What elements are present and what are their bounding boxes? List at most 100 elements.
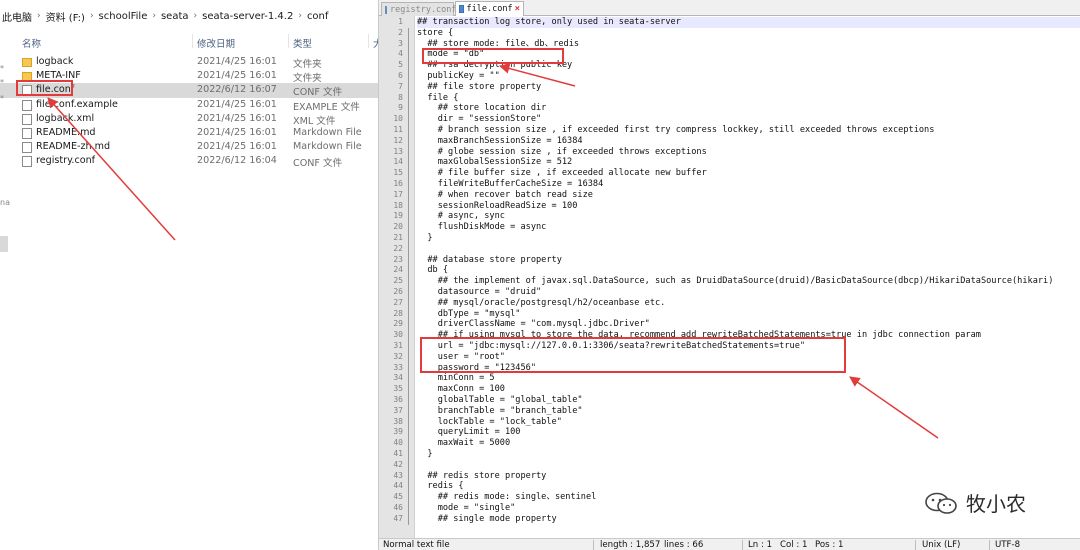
fold-guide[interactable] bbox=[406, 243, 412, 255]
fold-guide[interactable] bbox=[406, 330, 412, 341]
code-line[interactable]: flushDiskMode = async bbox=[417, 222, 1080, 233]
fold-guide[interactable] bbox=[406, 287, 412, 298]
breadcrumb-item[interactable]: conf bbox=[307, 11, 328, 22]
code-line[interactable] bbox=[417, 244, 1080, 255]
nav-pane-label[interactable]: na bbox=[0, 198, 10, 207]
file-row[interactable]: README.md 2021/4/25 16:01 Markdown File bbox=[0, 126, 380, 140]
fold-guide[interactable] bbox=[406, 416, 412, 428]
column-header-type[interactable]: 类型 bbox=[293, 36, 312, 50]
file-row[interactable]: logback.xml 2021/4/25 16:01 XML 文件 bbox=[0, 112, 380, 127]
code-line[interactable]: # file buffer size , if exceeded allocat… bbox=[417, 168, 1080, 179]
fold-guide[interactable] bbox=[406, 427, 412, 438]
status-encoding[interactable]: UTF-8 bbox=[995, 540, 1020, 550]
fold-guide[interactable] bbox=[406, 38, 412, 50]
code-text-area[interactable]: ## transaction log store, only used in s… bbox=[415, 16, 1080, 538]
fold-guide[interactable] bbox=[406, 254, 412, 266]
fold-guide[interactable] bbox=[406, 276, 412, 287]
code-line[interactable]: ## file store property bbox=[417, 82, 1080, 93]
fold-guide[interactable] bbox=[406, 200, 412, 212]
code-line[interactable]: queryLimit = 100 bbox=[417, 427, 1080, 438]
fold-guide[interactable] bbox=[406, 114, 412, 125]
fold-guide[interactable] bbox=[406, 503, 412, 514]
fold-guide[interactable] bbox=[406, 135, 412, 147]
fold-guide[interactable] bbox=[406, 60, 412, 71]
fold-guide[interactable] bbox=[406, 438, 412, 449]
fold-guide[interactable] bbox=[406, 92, 412, 104]
fold-guide[interactable] bbox=[406, 395, 412, 406]
fold-guide[interactable] bbox=[406, 27, 412, 39]
column-header-name[interactable]: 名称 bbox=[22, 36, 41, 50]
fold-guide[interactable] bbox=[406, 81, 412, 93]
fold-guide[interactable] bbox=[406, 168, 412, 179]
code-line[interactable]: maxWait = 5000 bbox=[417, 438, 1080, 449]
fold-guide[interactable] bbox=[406, 492, 412, 503]
code-editor[interactable]: 1 2 3 4 5 6 7 8 9 10 11 12 13 14 15 16 17 18 19 20 21 22 23 24 2… bbox=[379, 16, 1080, 538]
fold-guide[interactable] bbox=[406, 373, 412, 384]
file-row[interactable]: logback 2021/4/25 16:01 文件夹 bbox=[0, 55, 380, 70]
chevron-right-icon[interactable]: › bbox=[152, 11, 156, 21]
breadcrumb-item[interactable]: schoolFile bbox=[99, 11, 148, 22]
nav-pane-pin-icon[interactable]: * bbox=[0, 64, 6, 73]
nav-pane-pin-icon[interactable]: * bbox=[0, 78, 6, 87]
code-line[interactable]: globalTable = "global_table" bbox=[417, 395, 1080, 406]
code-line[interactable]: store { bbox=[417, 28, 1080, 39]
breadcrumb-item[interactable]: seata bbox=[161, 11, 189, 22]
tab-registry-conf[interactable]: registry.conf bbox=[381, 2, 457, 16]
code-line[interactable]: driverClassName = "com.mysql.jdbc.Driver… bbox=[417, 319, 1080, 330]
code-line[interactable] bbox=[417, 460, 1080, 471]
column-header-date[interactable]: 修改日期 bbox=[197, 36, 235, 50]
code-line[interactable]: # async, sync bbox=[417, 211, 1080, 222]
code-line[interactable]: # when recover batch read size bbox=[417, 190, 1080, 201]
fold-guide[interactable] bbox=[406, 405, 412, 417]
code-line[interactable]: # branch session size , if exceeded firs… bbox=[417, 125, 1080, 136]
fold-guide[interactable] bbox=[406, 362, 412, 374]
fold-guide[interactable] bbox=[406, 125, 412, 136]
fold-guide[interactable] bbox=[406, 481, 412, 492]
fold-guide[interactable] bbox=[406, 179, 412, 190]
code-line[interactable]: } bbox=[417, 449, 1080, 460]
fold-guide[interactable] bbox=[406, 319, 412, 330]
code-line[interactable]: } bbox=[417, 233, 1080, 244]
fold-guide[interactable] bbox=[406, 297, 412, 309]
code-line[interactable]: maxGlobalSessionSize = 512 bbox=[417, 157, 1080, 168]
code-line[interactable]: ## redis store property bbox=[417, 471, 1080, 482]
fold-guide[interactable] bbox=[406, 157, 412, 168]
chevron-right-icon[interactable]: › bbox=[298, 11, 302, 21]
fold-guide[interactable] bbox=[406, 513, 412, 525]
fold-guide[interactable] bbox=[406, 265, 412, 276]
code-line[interactable]: minConn = 5 bbox=[417, 373, 1080, 384]
code-line[interactable]: maxBranchSessionSize = 16384 bbox=[417, 136, 1080, 147]
nav-pane-pin-icon[interactable]: * bbox=[0, 94, 6, 103]
fold-guide[interactable] bbox=[406, 470, 412, 482]
file-row[interactable]: registry.conf 2022/6/12 16:04 CONF 文件 bbox=[0, 154, 380, 169]
code-line[interactable]: sessionReloadReadSize = 100 bbox=[417, 201, 1080, 212]
code-line[interactable]: # globe session size , if exceeded throw… bbox=[417, 147, 1080, 158]
fold-guide[interactable] bbox=[406, 233, 412, 244]
code-line[interactable]: publicKey = "" bbox=[417, 71, 1080, 82]
breadcrumb-item[interactable]: seata-server-1.4.2 bbox=[202, 11, 293, 22]
code-line[interactable]: dbType = "mysql" bbox=[417, 309, 1080, 320]
code-line[interactable]: file { bbox=[417, 93, 1080, 104]
nav-pane-selected-item[interactable] bbox=[0, 236, 8, 252]
fold-guide[interactable] bbox=[406, 384, 412, 395]
fold-guide[interactable] bbox=[406, 459, 412, 471]
fold-guide[interactable] bbox=[406, 49, 412, 60]
code-line[interactable]: ## database store property bbox=[417, 255, 1080, 266]
code-line[interactable]: ## store location dir bbox=[417, 103, 1080, 114]
column-divider[interactable] bbox=[368, 34, 369, 48]
chevron-right-icon[interactable]: › bbox=[37, 11, 41, 21]
fold-guide[interactable] bbox=[406, 211, 412, 222]
fold-guide[interactable] bbox=[406, 449, 412, 460]
breadcrumb[interactable]: 此电脑 › 资料 (F:) › schoolFile › seata › seata-serve… bbox=[0, 6, 380, 26]
code-line[interactable]: db { bbox=[417, 265, 1080, 276]
column-divider[interactable] bbox=[288, 34, 289, 48]
fold-guide[interactable] bbox=[406, 341, 412, 352]
column-divider[interactable] bbox=[192, 34, 193, 48]
code-line[interactable]: maxConn = 100 bbox=[417, 384, 1080, 395]
status-eol[interactable]: Unix (LF) bbox=[922, 540, 960, 550]
fold-guide[interactable] bbox=[406, 146, 412, 158]
file-row[interactable]: README-zh.md 2021/4/25 16:01 Markdown File bbox=[0, 140, 380, 154]
code-line[interactable]: dir = "sessionStore" bbox=[417, 114, 1080, 125]
close-tab-icon[interactable]: × bbox=[515, 4, 520, 14]
fold-guide[interactable] bbox=[406, 189, 412, 201]
